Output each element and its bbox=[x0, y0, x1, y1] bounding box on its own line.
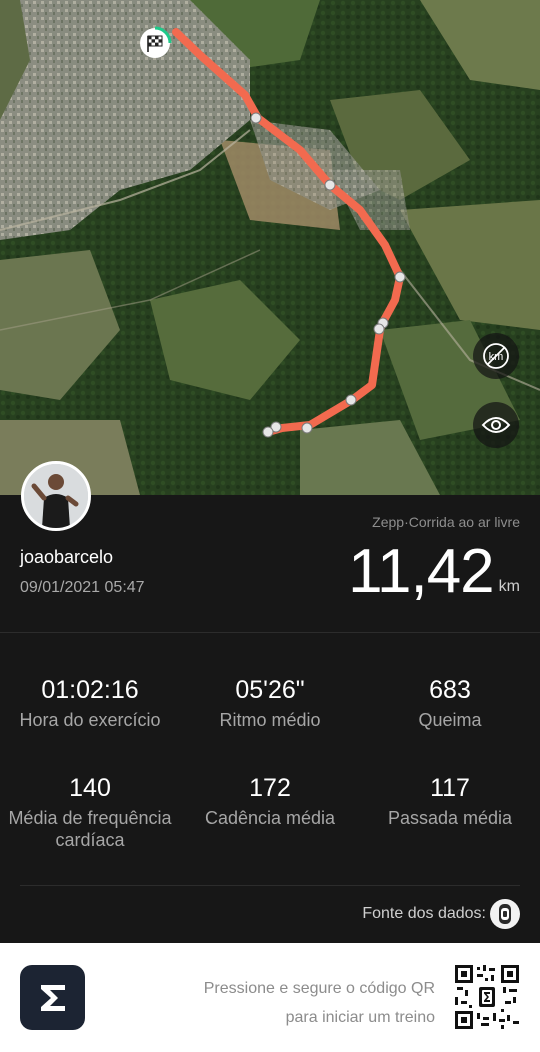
km-toggle-button[interactable]: km bbox=[473, 333, 519, 379]
stat-label: Hora do exercício bbox=[19, 710, 161, 730]
stat-stride: 117 Passada média bbox=[360, 773, 540, 829]
workout-source: Zepp·Corrida ao ar livre bbox=[372, 514, 520, 530]
stat-label: Média de frequência cardíaca bbox=[8, 808, 172, 850]
username: joaobarcelo bbox=[20, 547, 114, 567]
workout-datetime: 09/01/2021 05:47 bbox=[20, 579, 145, 596]
stat-duration: 01:02:16 Hora do exercício bbox=[0, 675, 180, 731]
avatar-photo bbox=[24, 464, 88, 528]
route-map[interactable]: km bbox=[0, 0, 540, 495]
qr-code[interactable] bbox=[455, 965, 519, 1029]
route-marker bbox=[301, 422, 313, 434]
user-avatar[interactable] bbox=[21, 461, 91, 531]
qr-text-line2: para iniciar um treino bbox=[285, 1009, 435, 1026]
stat-cadence: 172 Cadência média bbox=[180, 773, 360, 829]
divider bbox=[20, 885, 520, 886]
stat-pace: 05'26" Ritmo médio bbox=[180, 675, 360, 731]
eye-icon bbox=[481, 417, 511, 433]
watch-icon bbox=[490, 899, 520, 929]
zepp-logo bbox=[20, 965, 85, 1030]
data-source[interactable]: Fonte dos dados: bbox=[362, 899, 520, 929]
stat-label: Passada média bbox=[387, 808, 513, 828]
divider bbox=[0, 632, 540, 633]
stat-value: 172 bbox=[249, 774, 291, 802]
route-marker bbox=[250, 112, 262, 124]
footer: Pressione e segure o código QR para inic… bbox=[0, 943, 540, 1052]
checkered-flag-icon bbox=[140, 26, 172, 58]
route-marker bbox=[324, 179, 336, 191]
route-marker bbox=[373, 323, 385, 335]
route-marker bbox=[394, 271, 406, 283]
qr-instructions: Pressione e segure o código QR para inic… bbox=[204, 974, 435, 1032]
satellite-terrain bbox=[0, 0, 540, 495]
stat-value: 117 bbox=[430, 774, 470, 802]
stat-value: 05'26" bbox=[235, 676, 305, 704]
route-marker bbox=[262, 426, 274, 438]
stat-label: Ritmo médio bbox=[219, 710, 321, 730]
km-toggle-icon: km bbox=[483, 343, 509, 369]
stat-calories: 683 Queima bbox=[360, 675, 540, 731]
stat-value: 01:02:16 bbox=[41, 676, 139, 704]
distance-unit: km bbox=[498, 578, 520, 595]
stat-value: 140 bbox=[69, 774, 111, 802]
total-distance: 11,42 km bbox=[348, 540, 520, 604]
stat-label: Queima bbox=[418, 710, 482, 730]
route-marker bbox=[345, 394, 357, 406]
stat-value: 683 bbox=[429, 676, 471, 704]
stat-heart-rate: 140 Média de frequência cardíaca bbox=[0, 773, 180, 851]
data-source-label: Fonte dos dados: bbox=[362, 905, 486, 922]
stat-label: Cadência média bbox=[204, 808, 336, 828]
qr-text-line1: Pressione e segure o código QR bbox=[203, 980, 435, 997]
view-toggle-button[interactable] bbox=[473, 402, 519, 448]
distance-value: 11,42 bbox=[348, 537, 495, 606]
